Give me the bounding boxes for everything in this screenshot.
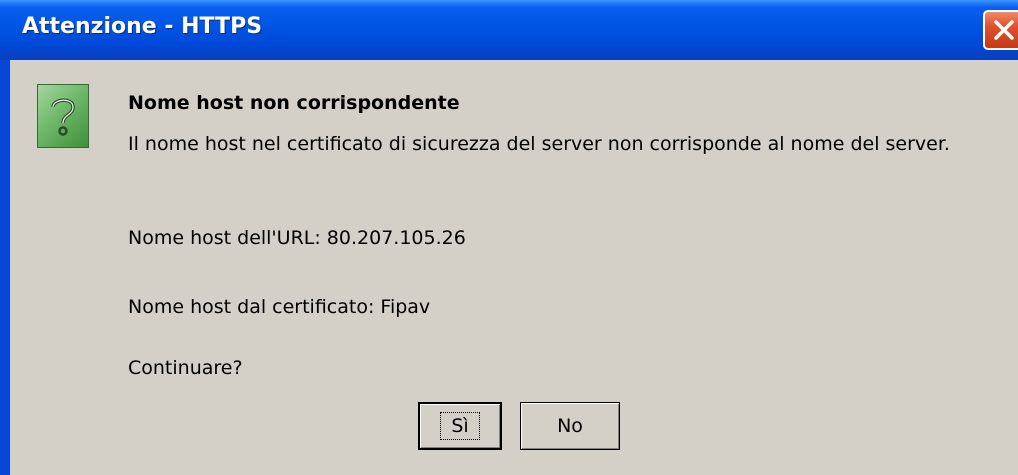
message-body: Il nome host nel certificato di sicurezz… xyxy=(128,133,950,155)
title-bar[interactable]: Attenzione - HTTPS xyxy=(0,0,1018,60)
close-icon xyxy=(994,20,1014,40)
question-icon xyxy=(37,84,89,148)
url-host-text: Nome host dell'URL: 80.207.105.26 xyxy=(128,227,466,249)
no-button[interactable]: No xyxy=(520,402,620,450)
yes-button[interactable]: Sì xyxy=(418,402,502,450)
no-button-label: No xyxy=(557,415,583,437)
cert-host-text: Nome host dal certificato: Fipav xyxy=(128,296,431,318)
window-title: Attenzione - HTTPS xyxy=(22,14,263,39)
yes-button-label: Sì xyxy=(440,412,480,440)
question-text: Continuare? xyxy=(128,357,243,379)
message-heading: Nome host non corrispondente xyxy=(128,92,460,114)
close-button[interactable] xyxy=(983,10,1018,50)
dialog-body: Nome host non corrispondente Il nome hos… xyxy=(10,60,1018,475)
dialog-window: Attenzione - HTTPS Nome host non corrisp… xyxy=(0,0,1018,475)
